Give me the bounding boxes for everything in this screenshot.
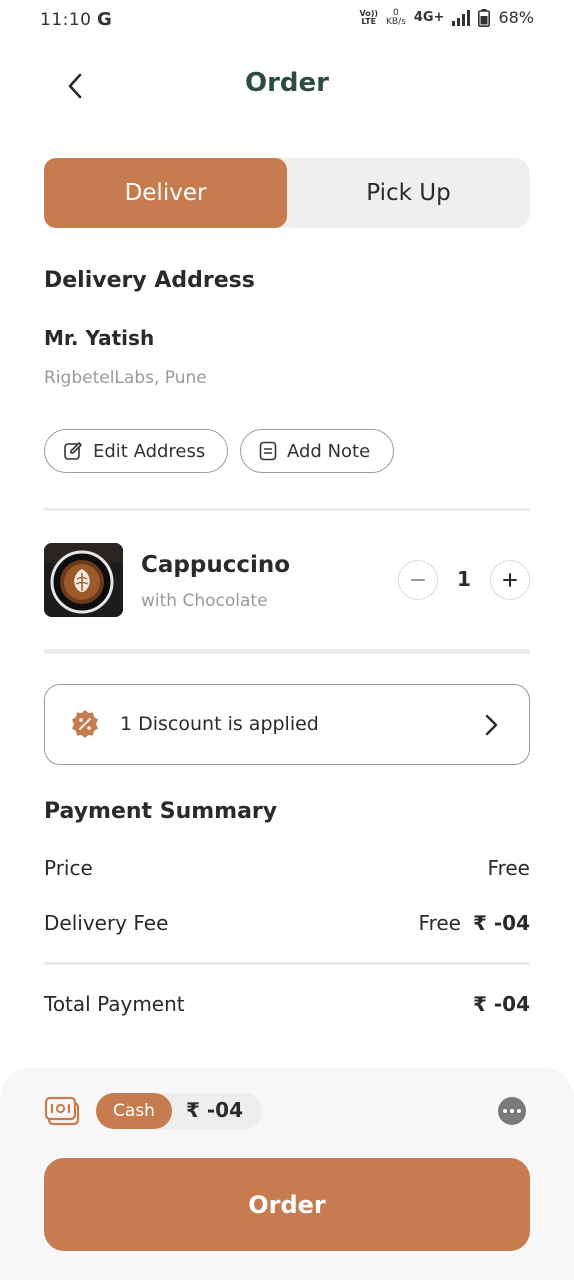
address-detail: RigbetelLabs, Pune	[44, 368, 207, 388]
chevron-right-icon	[485, 714, 498, 736]
more-dot	[517, 1109, 521, 1113]
price-label: Price	[44, 856, 93, 880]
delivery-fee-label: Delivery Fee	[44, 911, 169, 935]
network-type: 4G+	[413, 10, 445, 25]
quantity-value: 1	[457, 567, 471, 591]
data-speed: 0 KB/s	[386, 7, 406, 27]
add-note-button[interactable]: Add Note	[240, 429, 394, 473]
divider	[44, 508, 530, 511]
price-value: Free	[487, 856, 530, 880]
increase-quantity-button[interactable]	[490, 560, 530, 600]
edit-address-button[interactable]: Edit Address	[44, 429, 228, 473]
product-image	[44, 543, 123, 617]
page-title: Order	[245, 68, 329, 98]
product-name: Cappuccino	[141, 552, 291, 578]
edit-icon	[64, 442, 82, 460]
note-icon	[259, 441, 277, 461]
more-dot	[503, 1109, 507, 1113]
price-row: Price Free	[44, 856, 530, 886]
payment-summary-title: Payment Summary	[44, 799, 278, 824]
payment-amount: ₹ -04	[186, 1098, 244, 1122]
delivery-fee-value: Free	[418, 911, 461, 935]
total-payment-row: Total Payment ₹ -04	[44, 992, 530, 1022]
decrease-quantity-button[interactable]	[398, 560, 438, 600]
google-icon: G	[97, 9, 112, 30]
delivery-fee-amount: ₹ -04	[472, 911, 530, 935]
volte-icon: Vo)) LTE	[359, 8, 379, 26]
plus-icon	[503, 573, 517, 587]
discount-badge-icon	[72, 710, 98, 738]
edit-address-label: Edit Address	[93, 440, 206, 462]
cash-tag[interactable]: Cash	[96, 1093, 172, 1129]
battery-icon	[478, 8, 491, 27]
address-name: Mr. Yatish	[44, 326, 155, 350]
total-payment-value: ₹ -04	[472, 992, 530, 1016]
total-payment-label: Total Payment	[44, 992, 185, 1016]
delivery-mode-toggle: Deliver Pick Up	[44, 158, 530, 228]
divider	[44, 962, 530, 965]
more-options-button[interactable]	[498, 1097, 526, 1125]
header: Order	[0, 58, 574, 110]
status-time: 11:10	[40, 10, 92, 30]
discount-banner[interactable]: 1 Discount is applied	[44, 684, 530, 765]
add-note-label: Add Note	[287, 440, 371, 462]
product-variant: with Chocolate	[141, 591, 268, 611]
tab-pick-up[interactable]: Pick Up	[287, 158, 530, 228]
minus-icon	[411, 579, 425, 581]
battery-percent: 68%	[498, 8, 534, 27]
signal-icon	[452, 9, 471, 26]
more-dot	[510, 1109, 514, 1113]
wallet-icon[interactable]	[44, 1094, 80, 1128]
coffee-cup-image	[44, 543, 123, 617]
delivery-fee-row: Delivery Fee Free ₹ -04	[44, 911, 530, 941]
delivery-address-title: Delivery Address	[44, 268, 255, 293]
status-bar: 11:10 G Vo)) LTE 0 KB/s 4G+ 68%	[0, 0, 574, 42]
order-button[interactable]: Order	[44, 1158, 530, 1251]
tab-deliver[interactable]: Deliver	[44, 158, 287, 228]
status-indicators: Vo)) LTE 0 KB/s 4G+ 68%	[359, 8, 534, 27]
divider	[44, 649, 530, 654]
discount-text: 1 Discount is applied	[120, 713, 319, 735]
